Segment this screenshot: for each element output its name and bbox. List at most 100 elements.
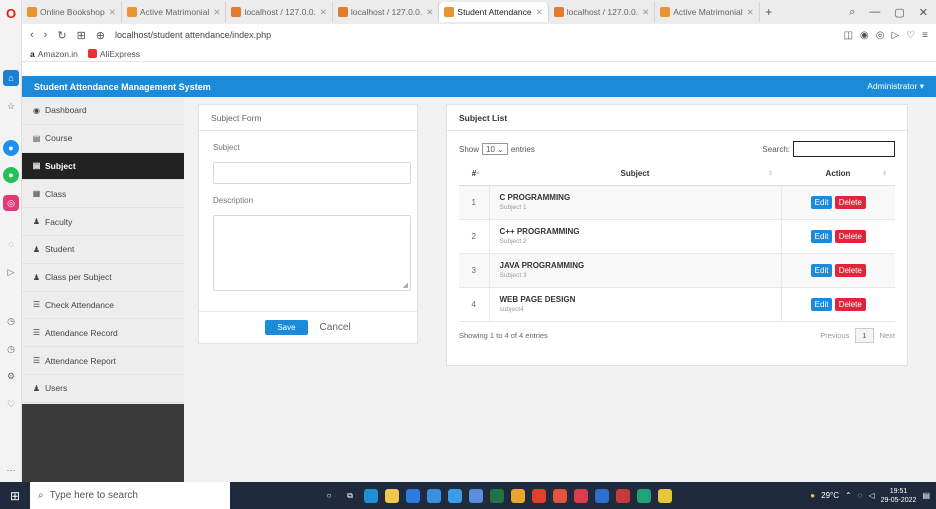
opera-logo-icon[interactable]: O [3, 6, 19, 22]
edit-button[interactable]: Edit [810, 297, 833, 311]
tips-icon[interactable]: ♡ [3, 396, 19, 412]
menu-icon[interactable]: ≡ [922, 30, 928, 41]
edge-icon[interactable] [364, 488, 378, 503]
subject-input[interactable] [213, 162, 411, 184]
temperature[interactable]: 29°C [821, 491, 839, 500]
delete-button[interactable]: Delete [834, 195, 866, 209]
sidebar-item-check-attendance[interactable]: ☰ Check Attendance [22, 292, 184, 320]
clock[interactable]: 19:51 29-05-2022 [881, 487, 917, 505]
camera-icon[interactable]: ◉ [860, 30, 869, 41]
opera-icon[interactable] [532, 488, 546, 503]
description-textarea[interactable]: ◢ [213, 215, 411, 291]
calendar-icon[interactable] [427, 488, 441, 503]
previous-button[interactable]: Previous [820, 331, 849, 340]
maximize-icon[interactable]: ▢ [894, 6, 904, 19]
sidebar-item-student[interactable]: ♟ Student [22, 236, 184, 264]
tabs-grid-icon[interactable]: ⊞ [77, 29, 86, 42]
edit-button[interactable]: Edit [810, 229, 833, 243]
save-button[interactable]: Save [265, 320, 308, 335]
tab-close-icon[interactable]: ✕ [642, 7, 649, 18]
clock-icon[interactable]: ◷ [3, 341, 19, 357]
browser-tab[interactable]: localhost / 127.0.0. ✕ [333, 2, 440, 22]
app-icon[interactable] [469, 488, 483, 503]
edit-button[interactable]: Edit [810, 263, 833, 277]
bookmark-amazon[interactable]: a Amazon.in [30, 49, 78, 59]
windows-start-icon[interactable]: ⊞ [0, 489, 30, 503]
send-icon[interactable]: ▷ [891, 30, 899, 41]
close-icon[interactable]: ✕ [919, 6, 928, 19]
heart-icon[interactable]: ♡ [906, 30, 915, 41]
settings-icon[interactable]: ⚙ [3, 368, 19, 384]
search-icon[interactable]: ⌕ [849, 6, 855, 19]
instagram-icon[interactable]: ◎ [3, 195, 19, 211]
app-icon[interactable] [616, 488, 630, 503]
tab-close-icon[interactable]: ✕ [536, 7, 543, 18]
vpn-icon[interactable]: ◌ [3, 236, 19, 252]
whatsapp-icon[interactable]: ● [3, 167, 19, 183]
weather-icon[interactable]: ● [810, 491, 815, 500]
entries-length-select[interactable]: 10 ⌄ [482, 143, 508, 155]
sidebar-item-class-per-subject[interactable]: ♟ Class per Subject [22, 264, 184, 292]
sidebar-item-dashboard[interactable]: ◉ Dashboard [22, 97, 184, 125]
delete-button[interactable]: Delete [834, 263, 866, 277]
app-title[interactable]: Student Attendance Management System [34, 82, 211, 92]
tab-close-icon[interactable]: ✕ [213, 7, 220, 18]
next-button[interactable]: Next [880, 331, 895, 340]
browser-tab[interactable]: Student Attendance ✕ [439, 2, 549, 22]
app-icon[interactable] [658, 488, 672, 503]
cortana-icon[interactable]: ○ [322, 489, 336, 503]
bookmarks-icon[interactable]: ☆ [3, 98, 19, 114]
forward-icon[interactable]: › [44, 29, 48, 41]
browser-tab[interactable]: localhost / 127.0.0. ✕ [226, 2, 333, 22]
excel-icon[interactable] [490, 488, 504, 503]
mail-icon[interactable] [448, 488, 462, 503]
delete-button[interactable]: Delete [834, 297, 866, 311]
app-icon[interactable] [637, 488, 651, 503]
history-icon[interactable]: ◷ [3, 313, 19, 329]
tab-close-icon[interactable]: ✕ [426, 7, 433, 18]
taskbar-search[interactable]: ⌕ Type here to search [30, 482, 230, 509]
minimize-icon[interactable]: — [869, 6, 880, 19]
more-icon[interactable]: ⋯ [3, 462, 19, 478]
word-icon[interactable] [595, 488, 609, 503]
site-info-icon[interactable]: ⊕ [96, 29, 105, 42]
back-icon[interactable]: ‹ [30, 29, 34, 41]
sidebar-item-subject[interactable]: ▤ Subject [22, 152, 184, 181]
app-icon[interactable] [553, 488, 567, 503]
notifications-icon[interactable]: ▤ [922, 491, 930, 500]
tray-chevron-icon[interactable]: ⌃ [845, 491, 852, 500]
table-search-input[interactable] [793, 141, 895, 157]
resize-grip-icon[interactable]: ◢ [403, 281, 408, 289]
delete-button[interactable]: Delete [834, 229, 866, 243]
browser-tab[interactable]: Online Bookshop ✕ [22, 2, 122, 22]
volume-icon[interactable]: ◁ [868, 491, 874, 500]
edit-button[interactable]: Edit [810, 195, 833, 209]
tab-close-icon[interactable]: ✕ [747, 7, 754, 18]
page-button[interactable]: 1 [855, 327, 874, 343]
file-explorer-icon[interactable] [385, 488, 399, 503]
snapshot-icon[interactable]: ◫ [844, 30, 853, 41]
chrome-icon[interactable] [511, 488, 525, 503]
cancel-button[interactable]: Cancel [320, 322, 351, 333]
vpn-badge-icon[interactable]: ◎ [876, 30, 885, 41]
url-field[interactable]: localhost/student attendance/index.php [115, 30, 271, 40]
column-header-action[interactable]: Action ⇕ [781, 163, 895, 186]
sidebar-item-class[interactable]: ▦ Class [22, 180, 184, 209]
bookmark-aliexpress[interactable]: AliExpress [87, 49, 140, 59]
browser-tab[interactable]: Active Matrimonial ✕ [655, 2, 760, 22]
player-icon[interactable]: ▷ [3, 264, 19, 280]
browser-tab[interactable]: localhost / 127.0.0. ✕ [549, 2, 656, 22]
task-view-icon[interactable]: ⧉ [343, 489, 357, 503]
sidebar-item-faculty[interactable]: ♟ Faculty [22, 208, 184, 236]
reload-icon[interactable]: ↻ [57, 29, 66, 42]
tab-close-icon[interactable]: ✕ [320, 7, 327, 18]
network-icon[interactable]: ◌ [858, 491, 863, 500]
browser-tab[interactable]: Active Matrimonial ✕ [122, 2, 227, 22]
sidebar-item-users[interactable]: ♟ Users [22, 375, 184, 403]
column-header-subject[interactable]: Subject ⇕ [489, 163, 781, 186]
sidebar-item-attendance-report[interactable]: ☰ Attendance Report [22, 347, 184, 375]
column-header-number[interactable]: # ▲ [459, 163, 489, 186]
messenger-icon[interactable]: ● [3, 140, 19, 156]
home-icon[interactable]: ⌂ [3, 70, 19, 86]
user-menu[interactable]: Administrator ▾ [867, 81, 924, 92]
